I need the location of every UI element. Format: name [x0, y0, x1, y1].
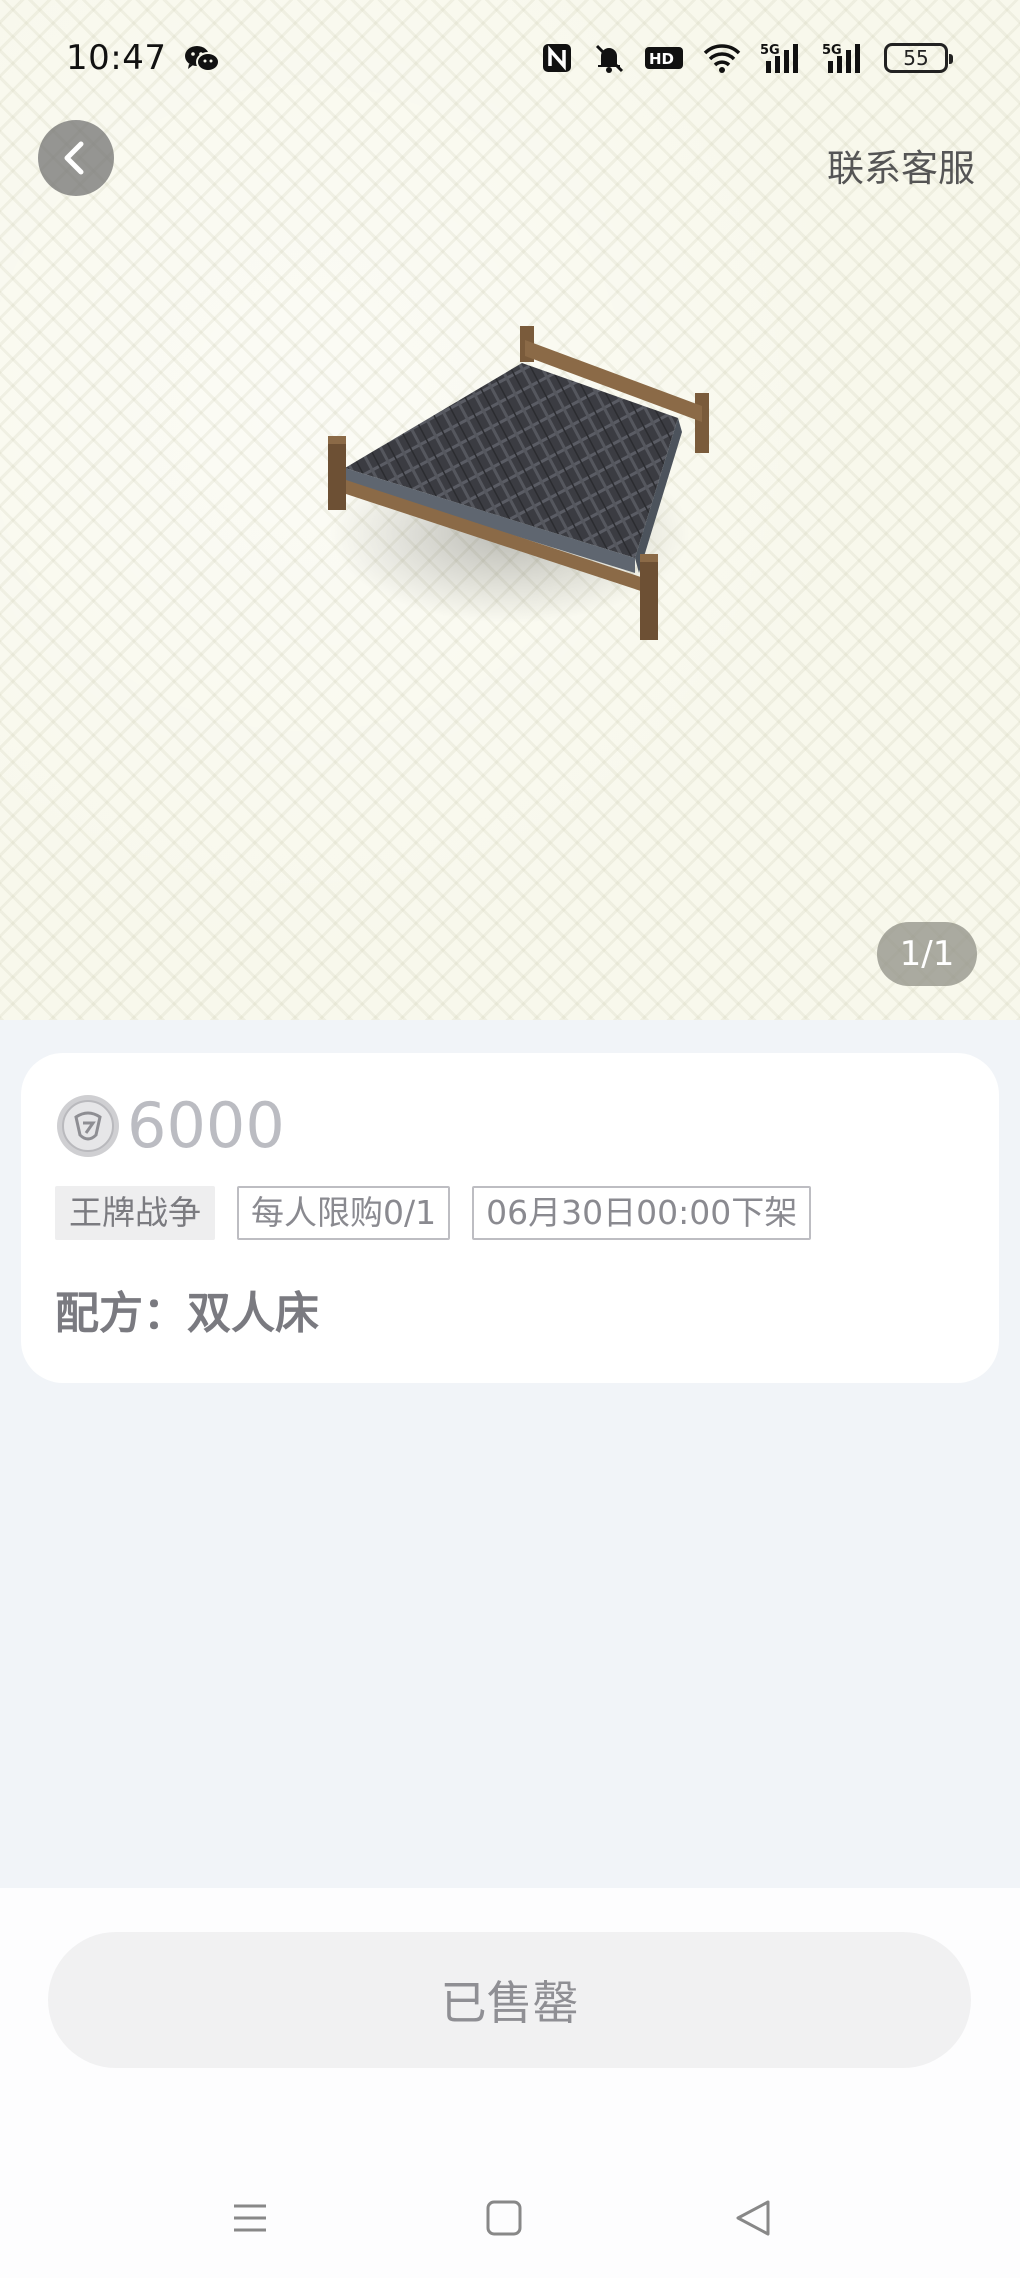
status-bar: 10:47 HD 5G 5G 55: [0, 0, 1020, 118]
svg-text:5G: 5G: [760, 43, 780, 58]
hd-icon: HD: [645, 47, 683, 69]
mute-icon: [595, 44, 624, 73]
tag-list: 王牌战争 每人限购0/1 06月30日00:00下架: [55, 1186, 812, 1240]
sold-out-button[interactable]: 已售罄: [48, 1932, 971, 2068]
signal-5g-icon: 5G: [760, 43, 798, 73]
nfc-icon: [543, 44, 571, 72]
price-row: 6000: [55, 1093, 285, 1159]
home-icon[interactable]: [474, 2188, 534, 2248]
product-image-gallery[interactable]: 10:47 HD 5G 5G 55 联系客服 1/1: [0, 0, 1020, 1020]
svg-text:HD: HD: [649, 50, 674, 68]
back-triangle-icon[interactable]: [724, 2188, 784, 2248]
svg-text:5G: 5G: [822, 43, 842, 58]
wechat-icon: [185, 46, 220, 72]
menu-icon[interactable]: [220, 2188, 280, 2248]
system-navigation-bar: [0, 2188, 1020, 2248]
page-indicator: 1/1: [877, 922, 977, 986]
status-time: 10:47: [66, 38, 167, 78]
contact-support-link[interactable]: 联系客服: [827, 138, 975, 192]
double-bed-image: [328, 326, 709, 640]
product-info-card: 6000 王牌战争 每人限购0/1 06月30日00:00下架 配方：双人床: [21, 1053, 999, 1383]
bottom-action-bar: 已售罄: [0, 1888, 1020, 2278]
chevron-left-icon: [64, 141, 84, 175]
price-value: 6000: [127, 1089, 285, 1162]
wifi-icon: [703, 44, 741, 73]
battery-indicator: 55: [884, 43, 953, 73]
silver-coin-icon: [57, 1095, 119, 1157]
back-button[interactable]: [38, 120, 114, 196]
purchase-limit-tag: 每人限购0/1: [237, 1186, 451, 1240]
delist-time-tag: 06月30日00:00下架: [472, 1186, 812, 1240]
battery-level: 55: [903, 46, 929, 70]
signal-5g-icon: 5G: [822, 43, 860, 73]
game-tag: 王牌战争: [55, 1186, 215, 1240]
status-icons: HD 5G 5G 55: [540, 38, 953, 78]
recipe-title: 配方：双人床: [55, 1288, 319, 1339]
